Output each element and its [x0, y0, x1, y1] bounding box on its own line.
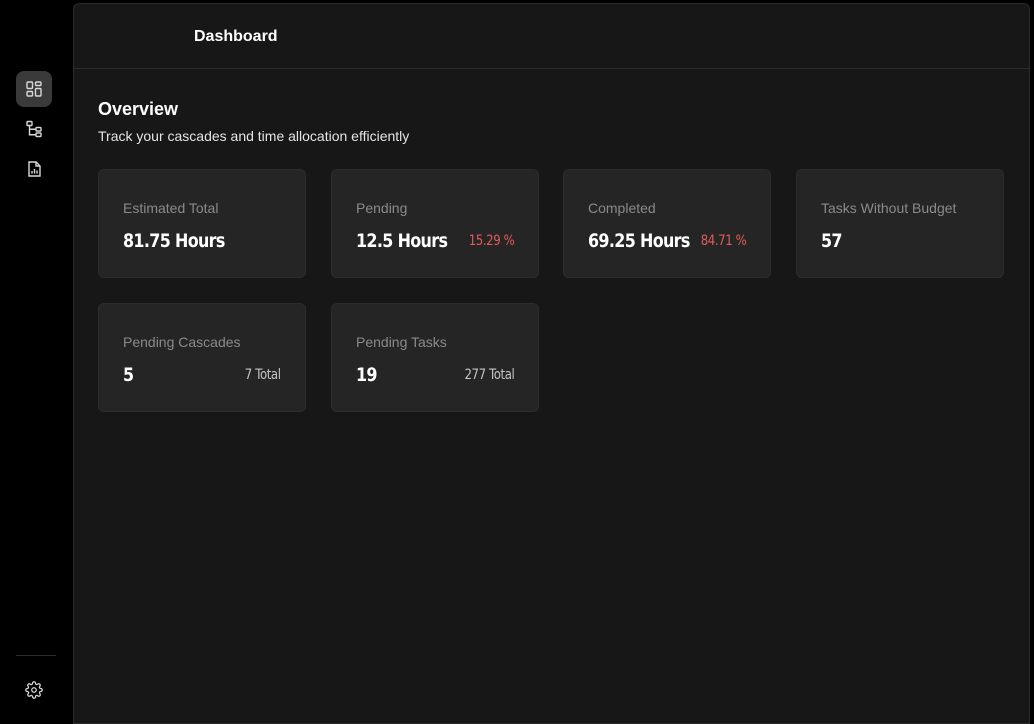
stat-card-pending-cascades: Pending Cascades 5 7 Total [98, 303, 306, 412]
sidebar-item-reports[interactable] [16, 151, 52, 187]
overview-heading: Overview [98, 99, 179, 119]
stat-total: 277 Total [464, 367, 514, 383]
top-bar: Dashboard [74, 4, 1029, 69]
stat-value: 57 [821, 230, 843, 252]
stat-card-pending-tasks: Pending Tasks 19 277 Total [331, 303, 539, 412]
stat-label: Completed [588, 200, 656, 216]
stat-label: Tasks Without Budget [821, 200, 957, 216]
cascade-tree-icon [26, 120, 42, 138]
stat-card-estimated-total: Estimated Total 81.75 Hours [98, 169, 306, 278]
sidebar [0, 0, 72, 724]
sidebar-item-cascades[interactable] [16, 111, 52, 147]
settings-button[interactable] [16, 672, 52, 708]
app-window: Dashboard Overview Track your cascades a… [0, 0, 1034, 724]
stat-card-pending: Pending 12.5 Hours 15.29 % [331, 169, 539, 278]
page-title: Dashboard [194, 28, 278, 45]
stat-percentage: 84.71 % [700, 233, 746, 249]
stat-label: Pending [356, 200, 408, 216]
stat-label: Pending Cascades [123, 334, 241, 350]
stat-value: 69.25 Hours [588, 230, 690, 252]
sidebar-item-dashboard[interactable] [16, 71, 52, 107]
overview-subtitle: Track your cascades and time allocation … [98, 128, 410, 144]
stat-value: 81.75 Hours [123, 230, 225, 252]
stat-value: 19 [356, 364, 378, 386]
stat-label: Estimated Total [123, 200, 219, 216]
dashboard-icon [26, 81, 42, 97]
sidebar-divider [16, 655, 56, 656]
stat-card-completed: Completed 69.25 Hours 84.71 % [563, 169, 771, 278]
stat-percentage: 15.29 % [468, 233, 514, 249]
stat-label: Pending Tasks [356, 334, 447, 350]
gear-icon [25, 681, 43, 699]
main-panel: Dashboard Overview Track your cascades a… [73, 3, 1030, 724]
stat-value: 5 [123, 364, 134, 386]
stat-card-tasks-without-budget: Tasks Without Budget 57 [796, 169, 1004, 278]
stat-total: 7 Total [245, 367, 281, 383]
report-icon [28, 161, 41, 177]
stat-value: 12.5 Hours [356, 230, 448, 252]
